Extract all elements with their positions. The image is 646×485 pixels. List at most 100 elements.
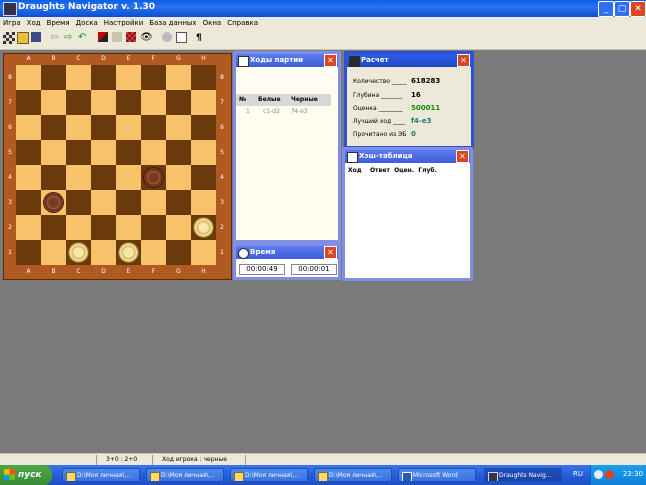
board-square[interactable] [141,240,166,265]
board-square[interactable] [166,240,191,265]
board-square[interactable] [191,65,216,90]
taskbar-item-word[interactable]: Microsoft Word [398,468,476,482]
board-square[interactable] [116,65,141,90]
app-icon[interactable] [3,2,17,16]
board-square[interactable] [16,215,41,240]
board-square[interactable] [66,65,91,90]
board-square[interactable] [91,90,116,115]
taskbar-item-folder-3[interactable]: D:\Моя личная\... [230,468,308,482]
maximize-icon[interactable]: ▢ [614,1,630,17]
board-square[interactable] [41,165,66,190]
move-white[interactable]: c1-d2 [263,107,280,117]
board-square[interactable] [16,190,41,215]
menu-move[interactable]: Ход [24,17,44,29]
board-square[interactable] [141,190,166,215]
forward-arrow-icon[interactable]: ⇨ [64,32,76,44]
close-icon[interactable]: ✕ [324,54,337,67]
menu-time[interactable]: Время [44,17,73,29]
board-square[interactable] [166,165,191,190]
info-icon[interactable]: ¶ [196,32,208,44]
board-square[interactable] [41,140,66,165]
board-square[interactable] [91,140,116,165]
board-square[interactable] [91,65,116,90]
new-game-icon[interactable] [3,32,15,44]
board-square[interactable] [141,90,166,115]
black-checker[interactable] [44,193,63,212]
board-square[interactable] [66,215,91,240]
board-square[interactable] [166,190,191,215]
board-square[interactable] [191,240,216,265]
menu-settings[interactable]: Настройки [101,17,147,29]
board-square[interactable] [16,115,41,140]
board-square[interactable] [16,165,41,190]
board-square[interactable] [41,65,66,90]
undo-icon[interactable]: ↶ [78,32,90,44]
board-square[interactable] [41,215,66,240]
menu-windows[interactable]: Окна [200,17,225,29]
board-square[interactable] [166,115,191,140]
board-square[interactable] [66,190,91,215]
board-square[interactable] [191,115,216,140]
start-button[interactable]: пуск [0,465,52,485]
board-square[interactable] [41,115,66,140]
setup-position-icon[interactable] [98,32,108,42]
save-icon[interactable] [31,32,41,42]
board-square[interactable] [66,115,91,140]
move-black[interactable]: f4-e3 [292,107,308,117]
black-checker[interactable] [144,168,163,187]
board-square[interactable] [116,140,141,165]
board-square[interactable] [141,215,166,240]
close-icon[interactable]: ✕ [630,1,646,17]
open-folder-icon[interactable] [17,32,29,44]
board-square[interactable] [191,165,216,190]
move-row[interactable]: 1 c1-d2 f4-e3 [236,107,331,117]
board-square[interactable] [41,90,66,115]
close-icon[interactable]: ✕ [457,54,470,67]
menu-board[interactable]: Доска [73,17,101,29]
board-square[interactable] [91,190,116,215]
menu-help[interactable]: Справка [224,17,261,29]
board-square[interactable] [116,165,141,190]
board-square[interactable] [116,90,141,115]
taskbar-item-folder-1[interactable]: D:\Моя личная\... [62,468,140,482]
close-icon[interactable]: ✕ [456,150,469,163]
board-square[interactable] [16,90,41,115]
language-indicator[interactable]: RU [573,470,583,478]
board-square[interactable] [66,140,91,165]
close-icon[interactable]: ✕ [324,246,337,259]
board-square[interactable] [166,140,191,165]
board-square[interactable] [166,90,191,115]
board-square[interactable] [41,240,66,265]
white-checker[interactable] [194,218,213,237]
board-square[interactable] [116,215,141,240]
network-icon[interactable] [594,470,603,479]
alert-icon[interactable] [605,470,614,479]
board-square[interactable] [191,190,216,215]
board-square[interactable] [166,65,191,90]
board-square[interactable] [66,90,91,115]
board-icon[interactable] [126,32,136,42]
taskbar-item-folder-4[interactable]: D:\Моя личная\... [314,468,392,482]
analysis-icon[interactable] [176,32,187,43]
board-square[interactable] [116,190,141,215]
stop-icon[interactable] [162,32,172,42]
white-checker[interactable] [69,243,88,262]
board-square[interactable] [166,215,191,240]
board-square[interactable] [91,215,116,240]
board-square[interactable] [91,240,116,265]
board-square[interactable] [141,115,166,140]
white-checker[interactable] [119,243,138,262]
board-square[interactable] [141,140,166,165]
board-square[interactable] [116,115,141,140]
board-square[interactable] [91,115,116,140]
taskbar-item-draughts[interactable]: Draughts Navig... [484,468,562,482]
back-arrow-icon[interactable]: ⇦ [50,32,62,44]
board-square[interactable] [16,240,41,265]
binoculars-icon[interactable]: 👁 [140,32,153,44]
board-square[interactable] [91,165,116,190]
board-square[interactable] [191,140,216,165]
menu-game[interactable]: Игра [0,17,24,29]
board-square[interactable] [66,165,91,190]
board-square[interactable] [191,90,216,115]
board-square[interactable] [16,140,41,165]
